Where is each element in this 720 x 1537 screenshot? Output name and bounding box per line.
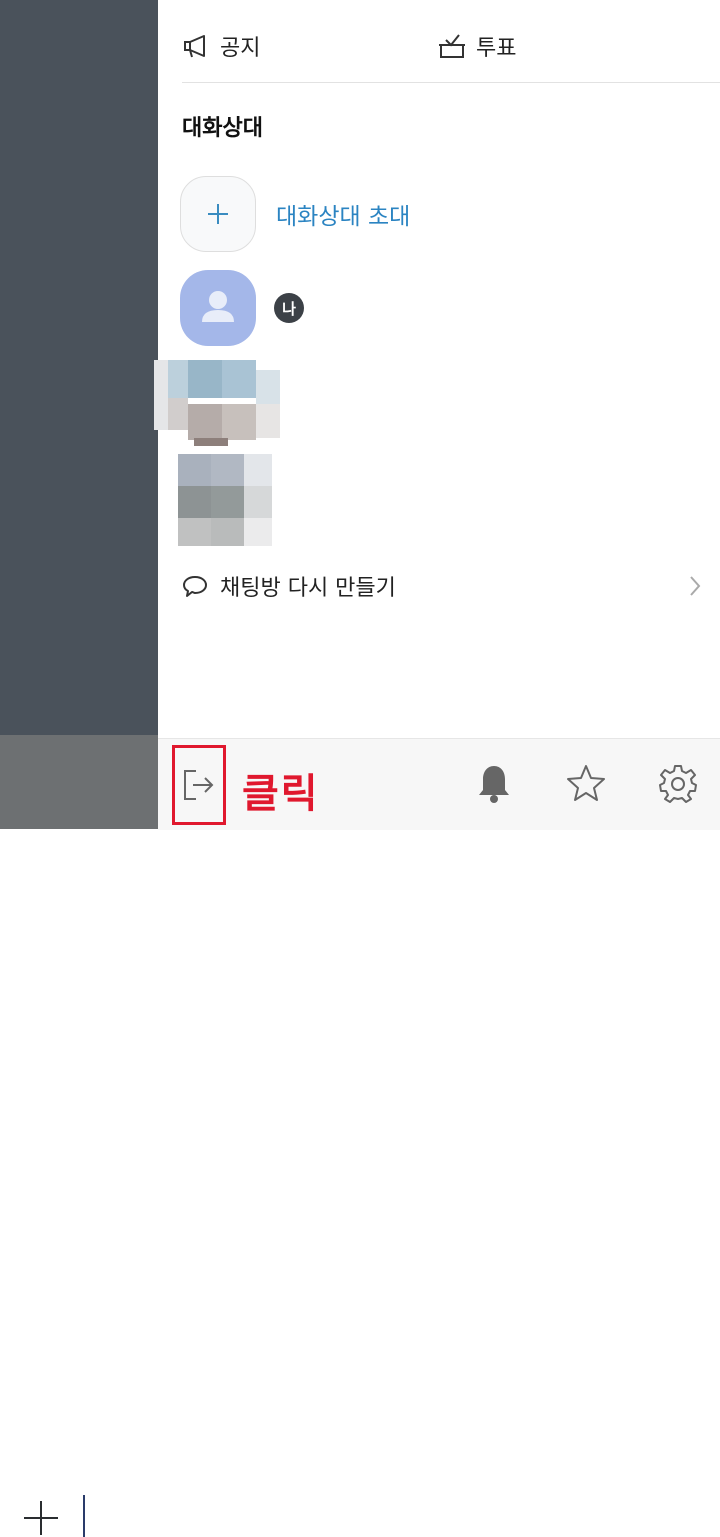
person-icon (202, 291, 234, 322)
bell-icon (479, 766, 509, 803)
invite-label: 대화상대 초대 (276, 204, 411, 230)
recreate-chatroom-button[interactable]: 채팅방 다시 만들기 (182, 566, 701, 606)
divider (182, 82, 720, 83)
notice-label: 공지 (220, 36, 261, 61)
invite-plus-box (180, 176, 256, 252)
chat-drawer-panel: 공지 투표 대화상대 대화상대 초대 나 채팅방 다시 만들기 (154, 0, 720, 829)
participant-avatar-blurred[interactable] (154, 360, 284, 446)
vote-label: 투표 (476, 36, 517, 61)
chevron-right-icon (690, 576, 701, 596)
megaphone-icon (184, 35, 205, 58)
participant-avatar-blurred[interactable] (178, 454, 274, 546)
notification-toggle[interactable] (472, 761, 516, 805)
vote-box-icon (439, 34, 465, 58)
click-annotation-label: 클릭 (242, 771, 320, 817)
favorite-toggle[interactable] (564, 761, 608, 805)
me-badge: 나 (274, 293, 304, 323)
notice-button[interactable]: 공지 (182, 28, 260, 64)
star-icon (567, 765, 605, 801)
exit-icon (184, 770, 214, 800)
settings-button[interactable] (656, 761, 700, 805)
participants-title: 대화상대 (182, 116, 263, 141)
avatar (180, 270, 256, 346)
invite-participant-button[interactable]: 대화상대 초대 (180, 176, 410, 252)
drawer-bottom-toolbar: 클릭 (158, 738, 720, 830)
text-cursor (83, 1495, 85, 1537)
exit-chatroom-button[interactable] (172, 745, 226, 825)
chat-bubble-icon (183, 576, 207, 597)
participant-me[interactable]: 나 (180, 270, 304, 346)
dimmed-chat-background[interactable] (0, 0, 158, 735)
gear-icon (659, 765, 697, 803)
recreate-label: 채팅방 다시 만들기 (220, 576, 396, 601)
vote-button[interactable]: 투표 (438, 28, 516, 64)
chat-input-bar (0, 735, 158, 1537)
